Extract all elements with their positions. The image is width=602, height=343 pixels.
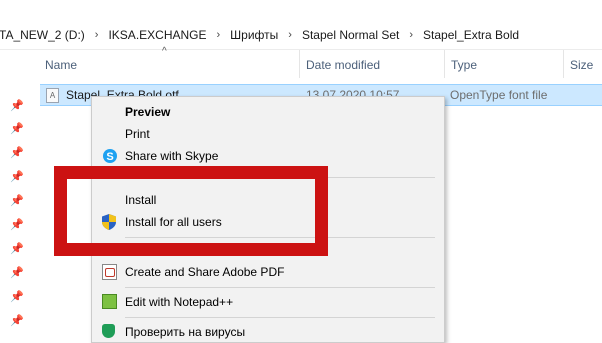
column-header-type[interactable]: Type — [451, 58, 477, 76]
pin-icon[interactable]: 📌 — [10, 123, 24, 135]
pin-icon[interactable]: 📌 — [10, 147, 24, 159]
menu-item-label: Print — [125, 127, 150, 141]
antivirus-shield-icon — [102, 324, 115, 338]
highlight-frame — [54, 166, 328, 256]
breadcrumb-item-fonts[interactable]: Шрифты — [227, 28, 281, 42]
column-header-name[interactable]: Name — [45, 58, 77, 76]
menu-item-label: Create and Share Adobe PDF — [125, 265, 285, 279]
menu-item-label: Проверить на вирусы — [125, 325, 246, 339]
notepad-plus-plus-icon — [102, 294, 117, 309]
menu-separator — [125, 287, 435, 288]
pin-icon[interactable]: 📌 — [10, 171, 24, 183]
breadcrumb-separator[interactable]: › — [88, 29, 106, 41]
pin-icon[interactable]: 📌 — [10, 243, 24, 255]
menu-item-scan-for-viruses[interactable]: Проверить на вирусы — [92, 321, 444, 343]
breadcrumb-item-iksa-exchange[interactable]: IKSA.EXCHANGE — [105, 28, 209, 42]
adobe-pdf-icon — [102, 264, 117, 280]
breadcrumb-item-stapel-normal-set[interactable]: Stapel Normal Set — [299, 28, 402, 42]
file-type: OpenType font file — [450, 88, 548, 102]
pin-icon[interactable]: 📌 — [10, 219, 24, 231]
breadcrumb-item-stapel-extra-bold[interactable]: Stapel_Extra Bold — [420, 28, 522, 42]
breadcrumb-item-drive[interactable]: TA_NEW_2 (D:) — [0, 28, 88, 42]
menu-item-edit-with-notepad-plus-plus[interactable]: Edit with Notepad++ — [92, 291, 444, 313]
pin-icon[interactable]: 📌 — [10, 315, 24, 327]
menu-separator — [125, 317, 435, 318]
menu-item-label: Preview — [125, 105, 171, 119]
pin-icon[interactable]: 📌 — [10, 195, 24, 207]
breadcrumb-separator[interactable]: › — [210, 29, 228, 41]
column-header-date-modified[interactable]: Date modified — [306, 58, 380, 76]
menu-item-print[interactable]: Print — [92, 123, 444, 145]
breadcrumb-separator[interactable]: › — [281, 29, 299, 41]
menu-item-preview[interactable]: Preview — [92, 101, 444, 123]
sort-ascending-icon: ^ — [162, 46, 167, 57]
pin-icon[interactable]: 📌 — [10, 267, 24, 279]
menu-item-share-with-skype[interactable]: S Share with Skype — [92, 145, 444, 167]
breadcrumb-separator[interactable]: › — [402, 29, 420, 41]
menu-item-create-adobe-pdf[interactable]: Create and Share Adobe PDF — [92, 261, 444, 283]
menu-item-label: Share with Skype — [125, 149, 219, 163]
skype-icon: S — [103, 149, 117, 163]
font-file-icon: A — [46, 88, 59, 103]
pin-icon[interactable]: 📌 — [10, 100, 24, 112]
column-divider[interactable] — [299, 50, 300, 78]
column-divider[interactable] — [563, 50, 564, 78]
menu-item-label: Edit with Notepad++ — [125, 295, 234, 309]
column-divider[interactable] — [444, 50, 445, 78]
pin-icon[interactable]: 📌 — [10, 291, 24, 303]
column-header-size[interactable]: Size — [570, 58, 593, 76]
breadcrumb: TA_NEW_2 (D:) › IKSA.EXCHANGE › Шрифты ›… — [0, 21, 602, 50]
